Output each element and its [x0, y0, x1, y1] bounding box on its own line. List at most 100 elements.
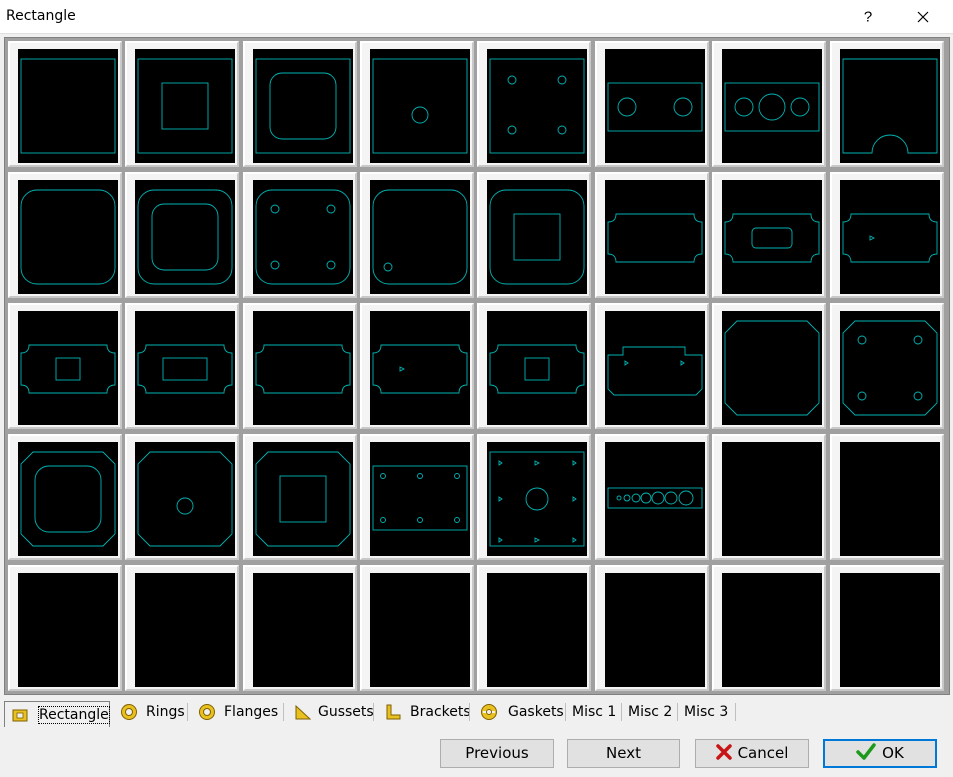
shape-tile-rect-two-holes[interactable]: [595, 41, 709, 167]
category-tabs: Rectangle Rings Flanges Gussets Brackets Gask…: [4, 699, 948, 727]
shape-tile-rounded-rect-square-cutout[interactable]: [477, 172, 591, 298]
shape-tile-rounded-rect-one-hole[interactable]: [360, 172, 474, 298]
shape-tile-rounded-rect-four-holes[interactable]: [243, 172, 357, 298]
shape-preview-chamfered-rounded-cutout: [18, 442, 118, 556]
shape-preview-chamfered-center-hole: [135, 442, 235, 556]
shape-tile-empty[interactable]: [243, 565, 357, 691]
shape-tile-notched-panel[interactable]: [595, 172, 709, 298]
shape-preview-rounded-rect-four-holes: [253, 180, 353, 294]
close-icon: [917, 11, 929, 23]
tab-label: Flanges: [224, 704, 279, 720]
shape-tile-chamfered-square-cutout[interactable]: [243, 434, 357, 560]
shape-tile-rect-arch-notch[interactable]: [830, 41, 944, 167]
shape-tile-rect-center-hole[interactable]: [360, 41, 474, 167]
cancel-x-icon: [715, 744, 732, 760]
shape-tile-rect-four-holes[interactable]: [477, 41, 591, 167]
shape-preview-empty: [370, 573, 470, 687]
shape-tile-empty[interactable]: [8, 565, 122, 691]
tab-misc-3[interactable]: Misc 3: [680, 699, 736, 725]
shape-preview-rounded-rect: [18, 180, 118, 294]
ok-button[interactable]: OK: [823, 739, 937, 768]
gasket-icon: [481, 704, 497, 720]
shape-tile-empty[interactable]: [712, 565, 826, 691]
tab-misc-2[interactable]: Misc 2: [624, 699, 678, 725]
tab-divider: [469, 703, 470, 721]
shape-preview-rounded-rect-cutout: [135, 180, 235, 294]
help-icon: ?: [863, 8, 873, 26]
shape-tile-chamfered-four-holes[interactable]: [830, 303, 944, 429]
tab-misc-1[interactable]: Misc 1: [568, 699, 622, 725]
gusset-icon: [295, 704, 312, 720]
shape-tile-notched-plain[interactable]: [243, 303, 357, 429]
shape-tile-empty[interactable]: [477, 565, 591, 691]
shape-tile-empty[interactable]: [595, 565, 709, 691]
shape-preview-rect-three-holes: [722, 49, 822, 163]
tab-flanges[interactable]: Flanges: [192, 699, 284, 725]
shape-tile-empty[interactable]: [360, 565, 474, 691]
shape-preview-rect-four-holes: [487, 49, 587, 163]
shape-tile-notched-panel-small[interactable]: [830, 172, 944, 298]
shape-tile-empty[interactable]: [830, 434, 944, 560]
shape-tile-rect-square-cutout[interactable]: [125, 41, 239, 167]
shape-tile-notched-rect-cutout[interactable]: [125, 303, 239, 429]
tab-divider: [283, 703, 284, 721]
tab-label: Rectangle: [38, 706, 110, 724]
shape-preview-empty: [18, 573, 118, 687]
shape-tile-empty[interactable]: [830, 565, 944, 691]
title-bar: Rectangle ?: [0, 0, 953, 34]
shape-tile-notched-panel-slot[interactable]: [712, 172, 826, 298]
shape-preview-rounded-rect-one-hole: [370, 180, 470, 294]
shape-preview-notched-panel: [605, 180, 705, 294]
shape-preview-chamfered-square-cutout: [253, 442, 353, 556]
shape-preview-empty: [722, 442, 822, 556]
tab-divider: [373, 703, 374, 721]
shape-tile-chamfered-center-hole[interactable]: [125, 434, 239, 560]
tab-brackets[interactable]: Brackets: [378, 699, 471, 725]
shape-preview-hole-strip: [605, 442, 705, 556]
shape-tile-rect-three-holes[interactable]: [712, 41, 826, 167]
shape-preview-notched-panel-slot: [722, 180, 822, 294]
tab-label: Rings: [146, 704, 185, 720]
shape-preview-notched-rect-cutout: [135, 311, 235, 425]
shape-tile-rect-bolt-pattern[interactable]: [477, 434, 591, 560]
shape-tile-hole-strip[interactable]: [595, 434, 709, 560]
shape-tile-rounded-rect-cutout[interactable]: [125, 172, 239, 298]
previous-button[interactable]: Previous: [440, 739, 554, 768]
shape-preview-empty: [840, 442, 940, 556]
tab-label: Misc 1: [572, 704, 617, 720]
shape-tile-rect-six-holes[interactable]: [360, 434, 474, 560]
close-button[interactable]: [900, 0, 946, 33]
shape-tile-empty[interactable]: [712, 434, 826, 560]
shape-tile-chamfered-rounded-cutout[interactable]: [8, 434, 122, 560]
flange-icon: [199, 704, 215, 720]
tab-divider: [621, 703, 622, 721]
shape-tile-notched-tab[interactable]: [360, 303, 474, 429]
window-title: Rectangle: [6, 8, 76, 24]
shape-preview-notched-panel-small: [840, 180, 940, 294]
tab-divider: [565, 703, 566, 721]
cancel-button[interactable]: Cancel: [695, 739, 809, 768]
tab-rings[interactable]: Rings: [114, 699, 188, 725]
tab-label: Gaskets: [508, 704, 564, 720]
shape-tile-notched-square-cutout[interactable]: [8, 303, 122, 429]
shape-tile-stepped-tab[interactable]: [595, 303, 709, 429]
tab-label: Misc 2: [628, 704, 673, 720]
tab-rectangle[interactable]: Rectangle: [4, 701, 110, 727]
tab-gaskets[interactable]: Gaskets: [474, 699, 566, 725]
shape-tile-empty[interactable]: [125, 565, 239, 691]
shape-preview-rect-six-holes: [370, 442, 470, 556]
help-button[interactable]: ?: [845, 0, 891, 33]
shape-preview-notched-tab: [370, 311, 470, 425]
shape-tile-rounded-rect[interactable]: [8, 172, 122, 298]
shape-preview-empty: [135, 573, 235, 687]
tab-gussets[interactable]: Gussets: [288, 699, 374, 725]
tab-label: Brackets: [410, 704, 471, 720]
shape-preview-rect-arch-notch: [840, 49, 940, 163]
shape-tile-notched-tab-square[interactable]: [477, 303, 591, 429]
shape-tile-rect-plain[interactable]: [8, 41, 122, 167]
shape-tile-rect-rounded-cutout[interactable]: [243, 41, 357, 167]
shape-tile-chamfered-square[interactable]: [712, 303, 826, 429]
next-button[interactable]: Next: [567, 739, 680, 768]
tab-divider: [187, 703, 188, 721]
shape-preview-empty: [840, 573, 940, 687]
